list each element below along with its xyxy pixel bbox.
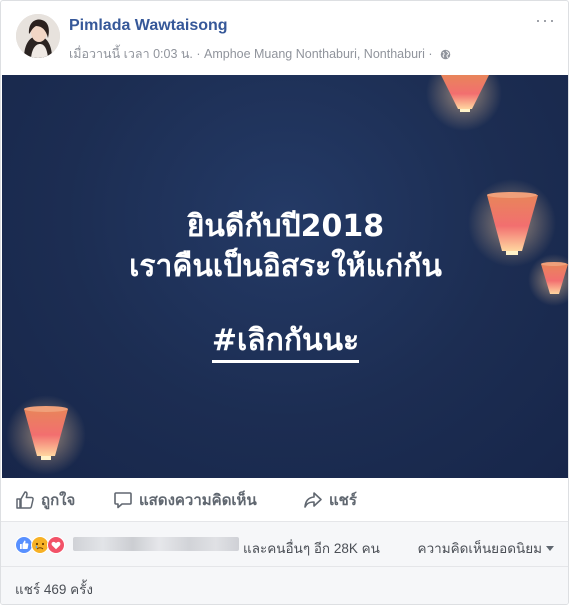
thumbs-up-icon (16, 491, 34, 509)
like-reaction-icon (15, 536, 33, 554)
post-image[interactable]: ยินดีกับปี2018 เราคืนเป็นอิสระให้แก่กัน … (2, 75, 568, 478)
chevron-down-icon (546, 546, 554, 551)
comment-label: แสดงความคิดเห็น (139, 492, 257, 509)
author-name[interactable]: Pimlada Wawtaisong (69, 17, 228, 35)
comment-icon (114, 492, 132, 509)
share-button[interactable]: แชร์ (303, 479, 357, 521)
more-options-icon[interactable]: ··· (535, 11, 556, 29)
sad-reaction-icon (31, 536, 49, 554)
image-text-line2: เราคืนเป็นอิสระให้แก่กัน (129, 249, 442, 284)
image-hashtag-text: #เลิกกันนะ (211, 323, 360, 363)
post-actions: ถูกใจ แสดงความคิดเห็น แชร์ (1, 479, 568, 521)
post-meta: เมื่อวานนี้ เวลา 0:03 น. · Amphoe Muang … (69, 44, 451, 64)
reaction-icons[interactable] (15, 536, 71, 554)
shares-count[interactable]: แชร์ 469 ครั้ง (15, 578, 93, 600)
post-card: Pimlada Wawtaisong เมื่อวานนี้ เวลา 0:03… (0, 0, 569, 605)
avatar-photo (16, 14, 60, 58)
globe-icon (440, 49, 451, 63)
reactions-count[interactable]: และคนอื่นๆ อีก 28K คน (243, 537, 380, 559)
like-button[interactable]: ถูกใจ (15, 479, 75, 521)
share-icon (304, 492, 322, 508)
like-label: ถูกใจ (41, 492, 76, 509)
love-reaction-icon (47, 536, 65, 554)
post-meta-text[interactable]: เมื่อวานนี้ เวลา 0:03 น. · Amphoe Muang … (69, 47, 433, 61)
comment-sort-label: ความคิดเห็นยอดนิยม (417, 541, 542, 556)
post-header: Pimlada Wawtaisong เมื่อวานนี้ เวลา 0:03… (1, 1, 568, 75)
reactions-bar: และคนอื่นๆ อีก 28K คน ความคิดเห็นยอดนิยม (1, 522, 568, 566)
comment-button[interactable]: แสดงความคิดเห็น (113, 479, 257, 521)
share-label: แชร์ (329, 492, 357, 509)
comment-sort-dropdown[interactable]: ความคิดเห็นยอดนิยม (418, 537, 554, 559)
avatar[interactable] (16, 14, 60, 58)
blurred-names (73, 537, 239, 551)
shares-row: แชร์ 469 ครั้ง (1, 567, 568, 604)
image-hashtag: #เลิกกันนะ (2, 317, 568, 364)
